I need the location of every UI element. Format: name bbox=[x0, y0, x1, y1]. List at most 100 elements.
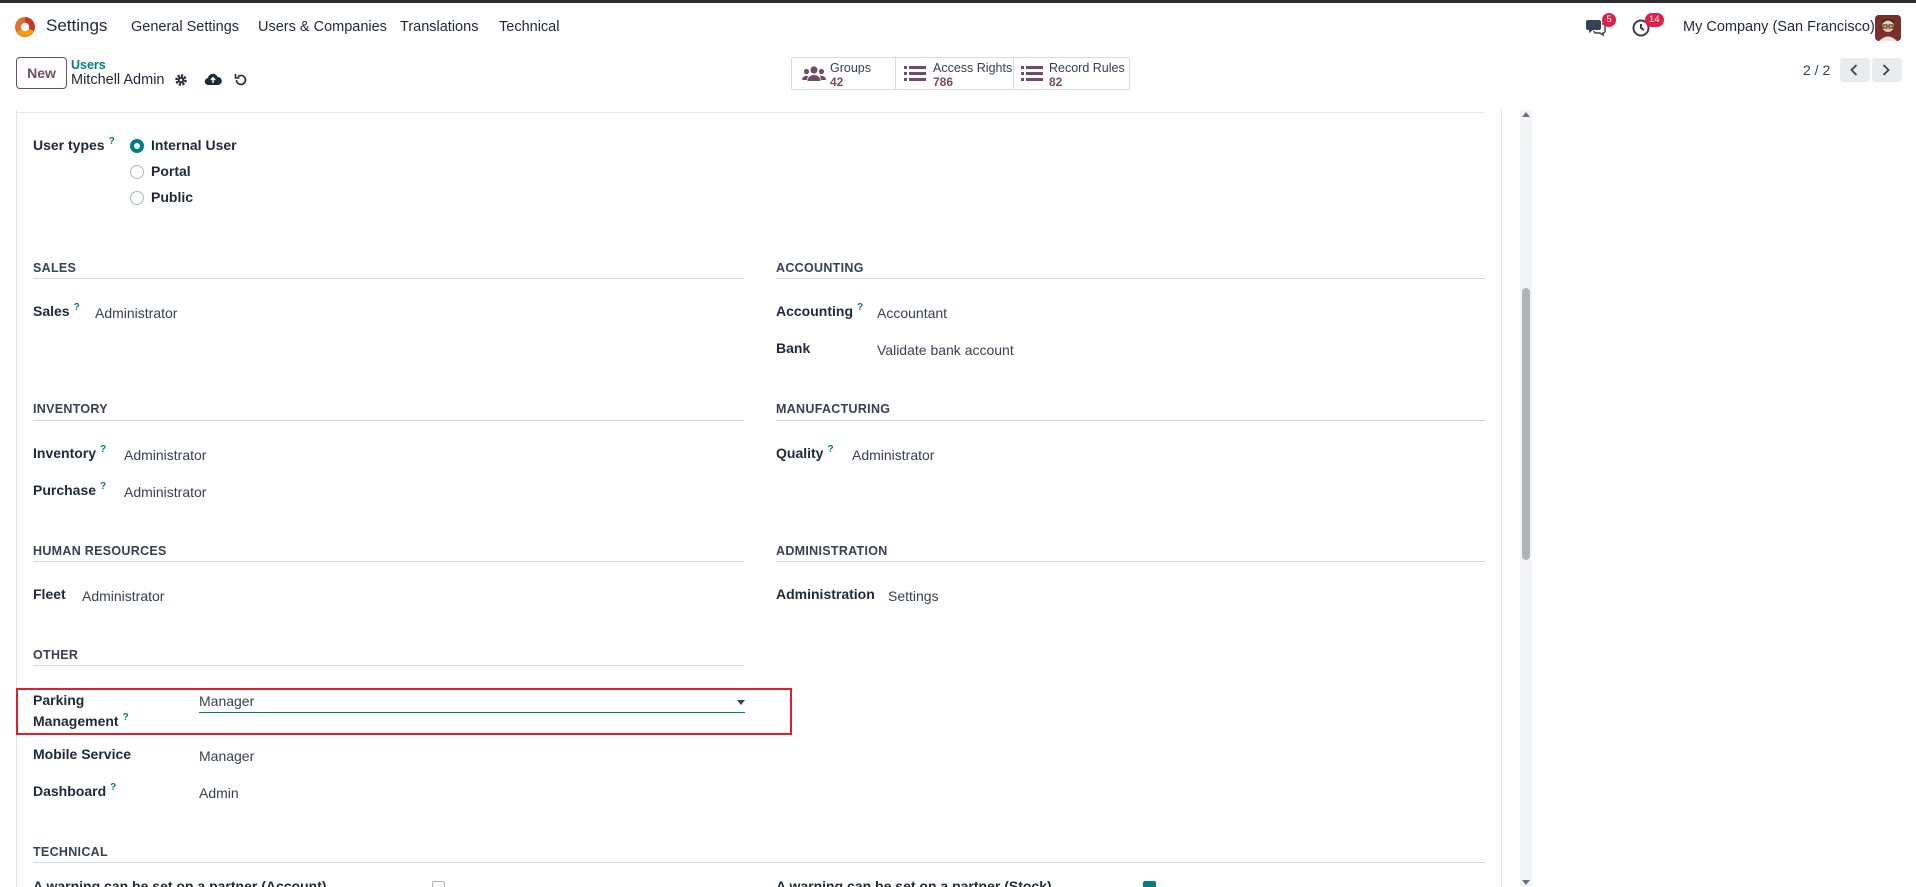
section-sales-title: SALES bbox=[33, 261, 77, 275]
accounting-field-value[interactable]: Accountant bbox=[877, 305, 947, 321]
avatar-icon bbox=[1875, 15, 1901, 41]
menu-technical[interactable]: Technical bbox=[499, 19, 559, 35]
technical-warning-account-checkbox[interactable] bbox=[432, 881, 445, 887]
record-rules-smart-button[interactable]: Record Rules 82 bbox=[1014, 58, 1129, 89]
messages-badge: 5 bbox=[1602, 13, 1616, 27]
sales-label-text: Sales bbox=[33, 303, 70, 319]
discard-undo-icon[interactable] bbox=[233, 72, 249, 88]
help-tooltip[interactable]: ? bbox=[857, 302, 863, 313]
gear-icon[interactable] bbox=[174, 73, 188, 87]
form-view bbox=[0, 110, 1520, 887]
administration-field-label: Administration bbox=[776, 586, 875, 602]
section-inventory-rule bbox=[33, 420, 744, 421]
parking-management-value: Manager bbox=[199, 693, 255, 709]
access-rights-smart-button[interactable]: Access Rights 786 bbox=[896, 58, 1014, 89]
accounting-label-text: Accounting bbox=[776, 303, 853, 319]
accounting-field-label: Accounting? bbox=[776, 302, 863, 319]
inventory-field-value[interactable]: Administrator bbox=[124, 447, 206, 463]
pager-next-button[interactable] bbox=[1872, 58, 1902, 82]
quality-label-text: Quality bbox=[776, 445, 824, 461]
radio-portal[interactable] bbox=[130, 165, 144, 179]
vertical-scrollbar[interactable] bbox=[1520, 110, 1532, 887]
radio-internal-user[interactable] bbox=[130, 139, 144, 153]
access-rights-label: Access Rights bbox=[933, 61, 1013, 75]
help-tooltip[interactable]: ? bbox=[100, 444, 106, 455]
user-types-label-text: User types bbox=[33, 137, 105, 153]
section-administration-rule bbox=[776, 561, 1485, 562]
chevron-right-icon bbox=[1882, 64, 1890, 76]
scroll-up-arrow[interactable] bbox=[1522, 112, 1530, 117]
dashboard-label: Dashboard? bbox=[33, 782, 116, 799]
technical-warning-stock-label: A warning can be set on a partner (Stock… bbox=[776, 878, 1052, 887]
help-tooltip[interactable]: ? bbox=[123, 712, 129, 723]
section-other-rule bbox=[33, 665, 744, 666]
record-rules-label: Record Rules bbox=[1049, 61, 1125, 75]
quality-field-value[interactable]: Administrator bbox=[852, 447, 934, 463]
menu-general-settings[interactable]: General Settings bbox=[131, 19, 239, 35]
inventory-label-text: Inventory bbox=[33, 445, 97, 461]
help-tooltip[interactable]: ? bbox=[827, 444, 833, 455]
groups-label: Groups bbox=[830, 61, 871, 75]
section-technical-title: TECHNICAL bbox=[33, 845, 108, 859]
list-icon bbox=[904, 66, 926, 81]
radio-public-label[interactable]: Public bbox=[151, 189, 193, 205]
scroll-thumb[interactable] bbox=[1522, 288, 1530, 560]
user-avatar[interactable] bbox=[1875, 15, 1901, 41]
help-tooltip[interactable]: ? bbox=[74, 302, 80, 313]
menu-translations[interactable]: Translations bbox=[400, 19, 478, 35]
mobile-service-label: Mobile Service bbox=[33, 746, 132, 762]
chevron-left-icon bbox=[1850, 64, 1858, 76]
section-administration-title: ADMINISTRATION bbox=[776, 544, 888, 558]
form-sheet bbox=[16, 110, 1502, 887]
user-types-label: User types? bbox=[33, 136, 115, 153]
new-button[interactable]: New bbox=[16, 57, 67, 89]
list-icon bbox=[1021, 66, 1043, 81]
purchase-field-label: Purchase? bbox=[33, 481, 106, 498]
fleet-field-value[interactable]: Administrator bbox=[82, 588, 164, 604]
users-group-icon bbox=[802, 66, 826, 81]
breadcrumb-users[interactable]: Users bbox=[71, 58, 106, 72]
radio-public[interactable] bbox=[130, 191, 144, 205]
sheet-divider bbox=[16, 112, 1485, 113]
help-tooltip[interactable]: ? bbox=[109, 136, 115, 147]
parking-management-label-line2: Management bbox=[33, 713, 119, 729]
pager-value[interactable]: 2 / 2 bbox=[1803, 62, 1830, 78]
help-tooltip[interactable]: ? bbox=[100, 481, 106, 492]
section-technical-rule bbox=[33, 862, 1485, 863]
menu-users-companies[interactable]: Users & Companies bbox=[258, 19, 387, 35]
bank-field-value[interactable]: Validate bank account bbox=[877, 342, 1014, 358]
radio-internal-user-label[interactable]: Internal User bbox=[151, 137, 237, 153]
section-other-title: OTHER bbox=[33, 648, 79, 662]
technical-warning-stock-checkbox[interactable] bbox=[1143, 881, 1156, 887]
record-rules-count: 82 bbox=[1049, 75, 1063, 89]
technical-warning-account-label: A warning can be set on a partner (Accou… bbox=[33, 878, 327, 887]
groups-smart-button[interactable]: Groups 42 bbox=[792, 58, 896, 89]
mobile-service-value[interactable]: Manager bbox=[199, 748, 254, 764]
pager-previous-button[interactable] bbox=[1840, 58, 1870, 82]
parking-management-select[interactable]: Manager bbox=[199, 691, 745, 713]
sales-field-label: Sales? bbox=[33, 302, 80, 319]
help-tooltip[interactable]: ? bbox=[110, 782, 116, 793]
cloud-upload-icon[interactable] bbox=[204, 72, 222, 86]
section-accounting-title: ACCOUNTING bbox=[776, 261, 864, 275]
groups-count: 42 bbox=[830, 75, 844, 89]
odoo-app-icon[interactable] bbox=[14, 16, 36, 38]
dashboard-value[interactable]: Admin bbox=[199, 785, 239, 801]
section-sales-rule bbox=[33, 278, 744, 279]
section-manufacturing-title: MANUFACTURING bbox=[776, 402, 891, 416]
radio-portal-label[interactable]: Portal bbox=[151, 163, 191, 179]
scroll-down-arrow[interactable] bbox=[1522, 880, 1530, 885]
access-rights-count: 786 bbox=[933, 75, 954, 89]
section-hr-title: HUMAN RESOURCES bbox=[33, 544, 167, 558]
app-name[interactable]: Settings bbox=[46, 16, 107, 36]
purchase-field-value[interactable]: Administrator bbox=[124, 484, 206, 500]
administration-field-value[interactable]: Settings bbox=[888, 588, 939, 604]
smart-buttons: Groups 42 Access Rights 786 Record Rules… bbox=[791, 57, 1130, 90]
company-switcher[interactable]: My Company (San Francisco) bbox=[1683, 19, 1875, 35]
bank-field-label: Bank bbox=[776, 340, 811, 356]
breadcrumb-current: Mitchell Admin bbox=[71, 72, 165, 88]
sales-field-value[interactable]: Administrator bbox=[95, 305, 177, 321]
top-navbar: Settings General Settings Users & Compan… bbox=[0, 3, 1916, 49]
parking-management-label: Management? bbox=[33, 712, 129, 729]
section-inventory-title: INVENTORY bbox=[33, 402, 108, 416]
